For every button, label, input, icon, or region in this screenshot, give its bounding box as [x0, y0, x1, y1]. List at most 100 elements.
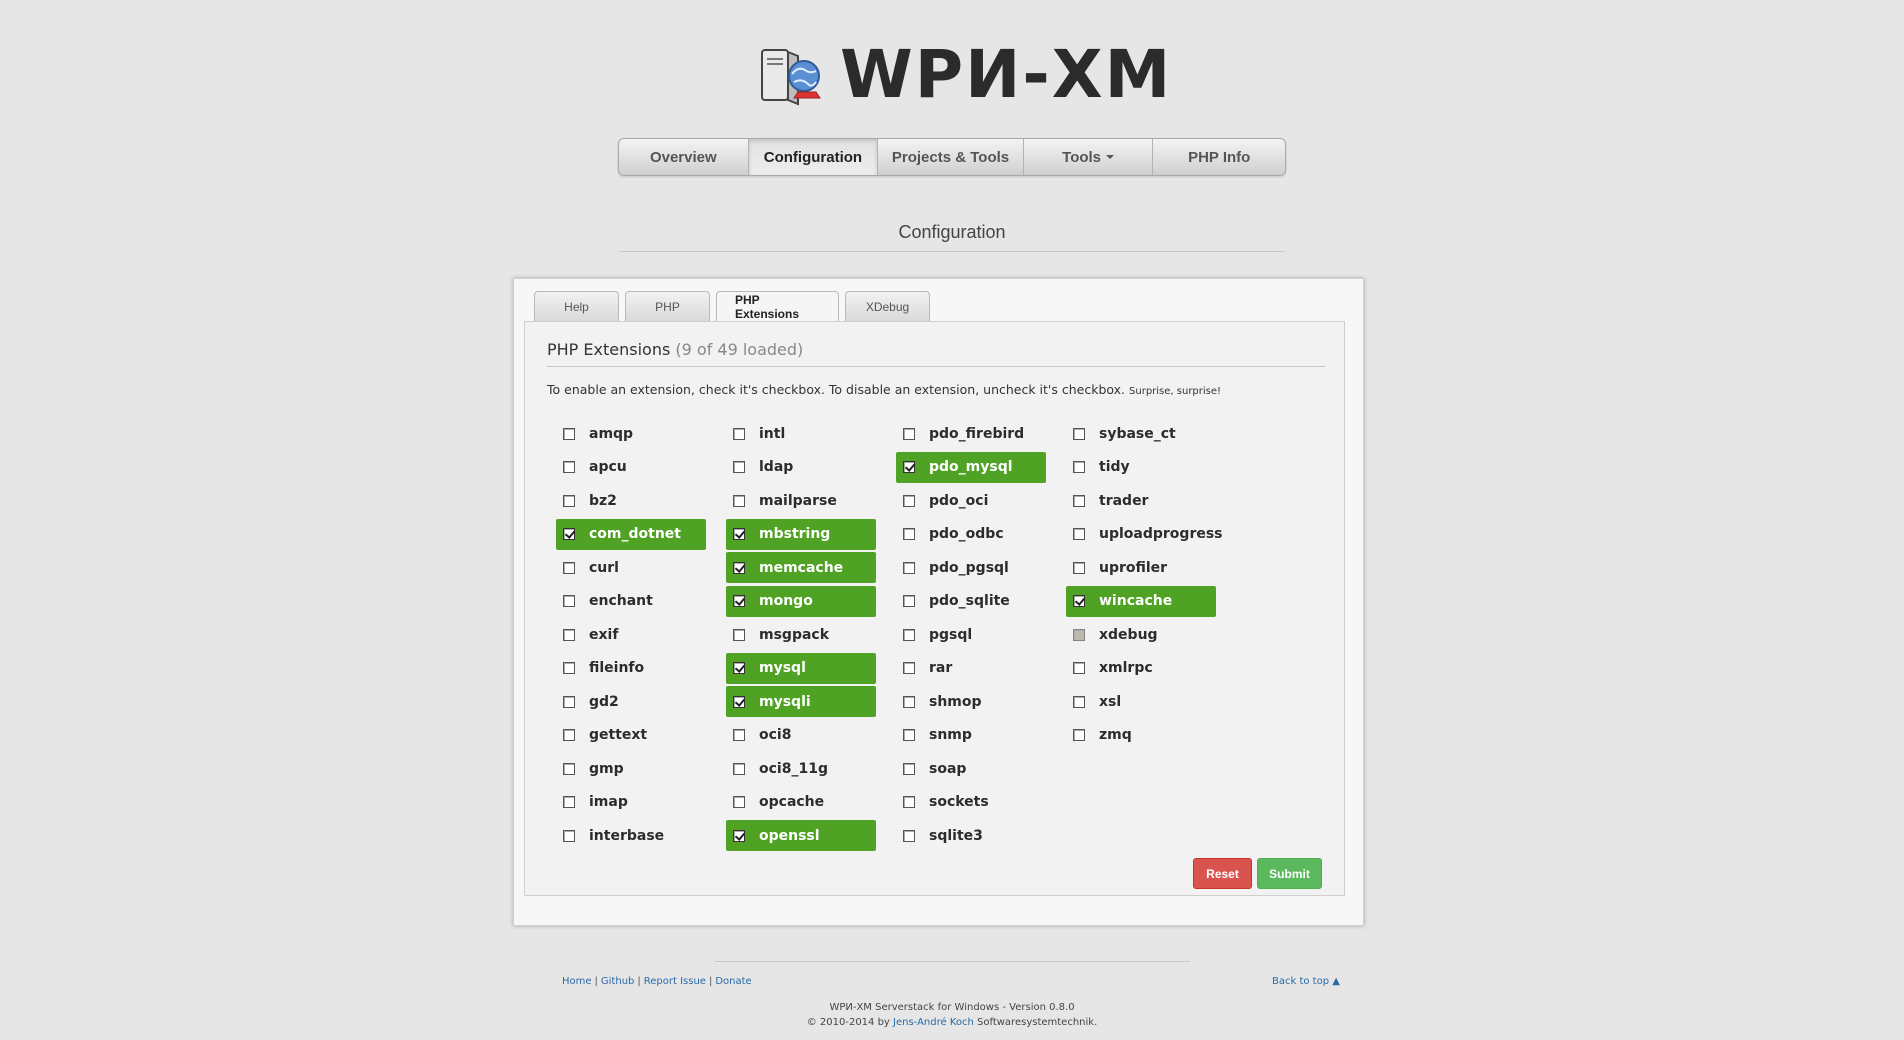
extension-checkbox[interactable] — [733, 628, 745, 641]
extension-uprofiler[interactable]: uprofiler — [1066, 552, 1216, 583]
extension-gd2[interactable]: gd2 — [556, 686, 706, 717]
extension-mailparse[interactable]: mailparse — [726, 485, 876, 516]
extension-oci8-11g[interactable]: oci8_11g — [726, 753, 876, 784]
extension-checkbox[interactable] — [563, 561, 575, 574]
extension-bz2[interactable]: bz2 — [556, 485, 706, 516]
extension-sqlite3[interactable]: sqlite3 — [896, 820, 1046, 851]
extension-fileinfo[interactable]: fileinfo — [556, 653, 706, 684]
extension-checkbox[interactable] — [563, 662, 575, 674]
back-to-top-link[interactable]: Back to top ▲ — [1272, 976, 1340, 987]
reset-button[interactable]: Reset — [1193, 858, 1252, 889]
extension-ldap[interactable]: ldap — [726, 452, 876, 483]
extension-pdo-mysql[interactable]: pdo_mysql — [896, 451, 1046, 483]
submit-button[interactable]: Submit — [1257, 858, 1322, 889]
logo[interactable]: WPИ-XM — [758, 40, 1172, 110]
extension-xdebug[interactable]: xdebug — [1066, 619, 1216, 650]
extension-mongo[interactable]: mongo — [726, 585, 876, 617]
extension-checkbox[interactable] — [1073, 662, 1085, 674]
extension-checkbox[interactable] — [563, 829, 575, 842]
extension-checkbox[interactable] — [733, 829, 745, 842]
extension-checkbox[interactable] — [903, 796, 915, 808]
extension-xsl[interactable]: xsl — [1066, 686, 1216, 717]
extension-openssl[interactable]: openssl — [726, 820, 876, 851]
extension-checkbox[interactable] — [1073, 528, 1085, 540]
extension-checkbox[interactable] — [563, 729, 575, 741]
tab-xdebug[interactable]: XDebug — [845, 291, 930, 321]
extension-checkbox[interactable] — [903, 461, 915, 473]
extension-checkbox[interactable] — [903, 561, 915, 574]
extension-checkbox[interactable] — [563, 796, 575, 808]
extension-soap[interactable]: soap — [896, 753, 1046, 784]
extension-checkbox[interactable] — [903, 662, 915, 674]
extension-curl[interactable]: curl — [556, 552, 706, 583]
nav-tools-dropdown[interactable]: Tools — [1024, 139, 1154, 175]
extension-opcache[interactable]: opcache — [726, 787, 876, 818]
extension-checkbox[interactable] — [733, 796, 745, 808]
extension-checkbox[interactable] — [903, 729, 915, 741]
nav-php-info[interactable]: PHP Info — [1153, 139, 1285, 175]
extension-intl[interactable]: intl — [726, 418, 876, 449]
extension-checkbox[interactable] — [903, 427, 915, 440]
extension-checkbox[interactable] — [903, 829, 915, 842]
extension-wincache[interactable]: wincache — [1066, 585, 1216, 617]
extension-interbase[interactable]: interbase — [556, 820, 706, 851]
extension-apcu[interactable]: apcu — [556, 452, 706, 483]
nav-projects-tools[interactable]: Projects & Tools — [878, 139, 1024, 175]
extension-gettext[interactable]: gettext — [556, 720, 706, 751]
tab-php[interactable]: PHP — [625, 291, 710, 321]
footer-link-report-issue[interactable]: Report Issue — [644, 976, 706, 987]
extension-pgsql[interactable]: pgsql — [896, 619, 1046, 650]
extension-msgpack[interactable]: msgpack — [726, 619, 876, 650]
extension-checkbox[interactable] — [903, 762, 915, 775]
tab-php-extensions[interactable]: PHP Extensions — [716, 291, 839, 322]
nav-configuration[interactable]: Configuration — [748, 139, 879, 175]
extension-mysqli[interactable]: mysqli — [726, 686, 876, 717]
extension-checkbox[interactable] — [1073, 494, 1085, 507]
extension-memcache[interactable]: memcache — [726, 552, 876, 583]
extension-mbstring[interactable]: mbstring — [726, 518, 876, 550]
extension-uploadprogress[interactable]: uploadprogress — [1066, 519, 1223, 550]
footer-link-home[interactable]: Home — [562, 976, 592, 987]
tab-help[interactable]: Help — [534, 291, 619, 321]
nav-overview[interactable]: Overview — [619, 139, 749, 175]
extension-checkbox[interactable] — [733, 662, 745, 674]
extension-checkbox[interactable] — [733, 427, 745, 440]
extension-checkbox[interactable] — [563, 528, 575, 540]
extension-checkbox[interactable] — [733, 561, 745, 574]
extension-pdo-pgsql[interactable]: pdo_pgsql — [896, 552, 1046, 583]
extension-sybase-ct[interactable]: sybase_ct — [1066, 418, 1216, 449]
extension-checkbox[interactable] — [563, 494, 575, 507]
footer-link-donate[interactable]: Donate — [715, 976, 751, 987]
footer-link-github[interactable]: Github — [601, 976, 634, 987]
extension-trader[interactable]: trader — [1066, 485, 1216, 516]
extension-checkbox[interactable] — [733, 595, 745, 607]
extension-com-dotnet[interactable]: com_dotnet — [556, 518, 706, 550]
extension-checkbox[interactable] — [903, 695, 915, 708]
extension-snmp[interactable]: snmp — [896, 720, 1046, 751]
extension-tidy[interactable]: tidy — [1066, 452, 1216, 483]
author-link[interactable]: Jens-André Koch — [893, 1017, 974, 1028]
extension-checkbox[interactable] — [1073, 461, 1085, 473]
extension-enchant[interactable]: enchant — [556, 586, 706, 617]
extension-checkbox[interactable] — [903, 494, 915, 507]
extension-checkbox[interactable] — [1073, 695, 1085, 708]
extension-checkbox[interactable] — [903, 628, 915, 641]
extension-amqp[interactable]: amqp — [556, 418, 706, 449]
extension-xmlrpc[interactable]: xmlrpc — [1066, 653, 1216, 684]
extension-pdo-sqlite[interactable]: pdo_sqlite — [896, 586, 1046, 617]
extension-checkbox[interactable] — [733, 762, 745, 775]
extension-checkbox[interactable] — [1073, 427, 1085, 440]
extension-checkbox[interactable] — [563, 461, 575, 473]
extension-checkbox[interactable] — [563, 628, 575, 641]
extension-checkbox[interactable] — [733, 695, 745, 708]
extension-mysql[interactable]: mysql — [726, 652, 876, 684]
extension-checkbox[interactable] — [563, 595, 575, 607]
extension-oci8[interactable]: oci8 — [726, 720, 876, 751]
extension-checkbox[interactable] — [903, 595, 915, 607]
extension-checkbox[interactable] — [903, 528, 915, 540]
extension-checkbox[interactable] — [563, 762, 575, 775]
extension-checkbox[interactable] — [733, 528, 745, 540]
extension-zmq[interactable]: zmq — [1066, 720, 1216, 751]
extension-gmp[interactable]: gmp — [556, 753, 706, 784]
extension-checkbox[interactable] — [733, 461, 745, 473]
